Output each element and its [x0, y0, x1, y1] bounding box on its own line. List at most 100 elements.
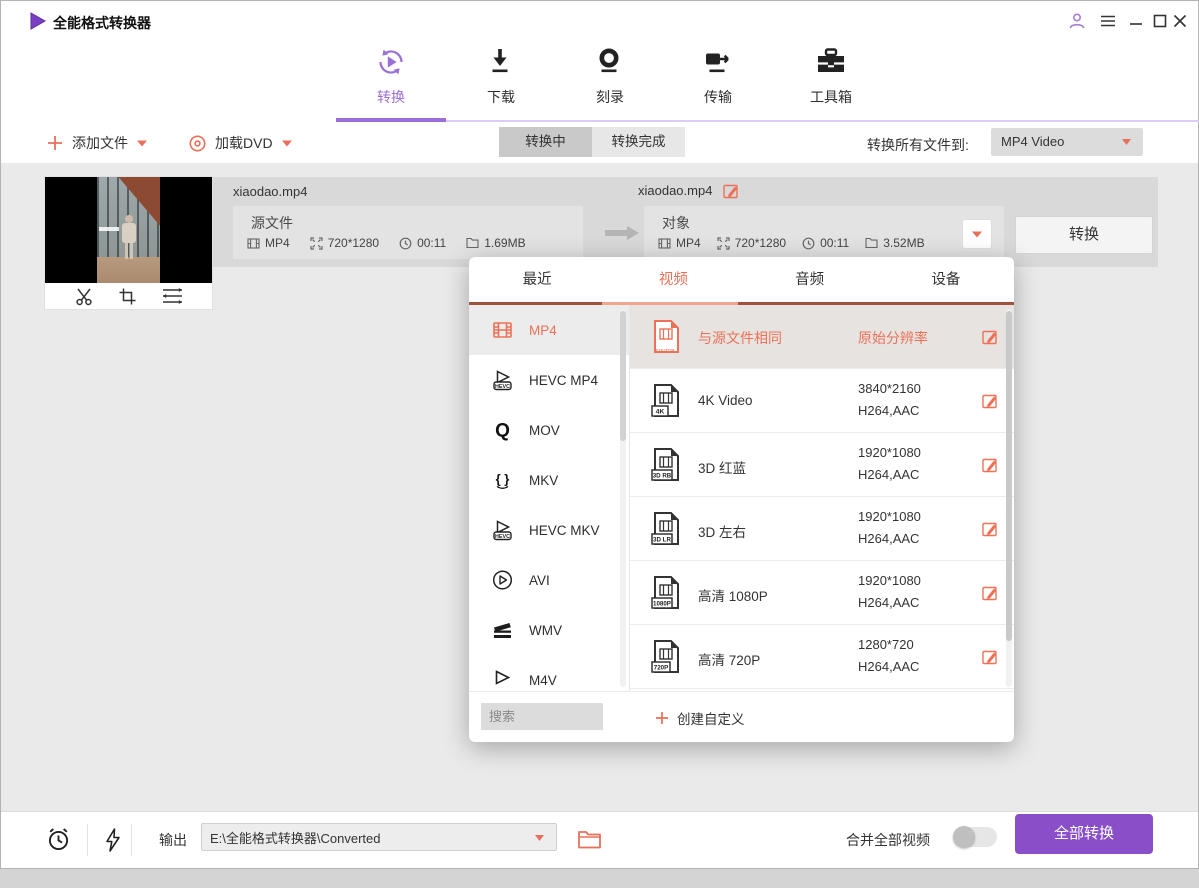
converting-tab[interactable]: 转换中	[499, 127, 592, 157]
tab-toolbox[interactable]: 工具箱	[786, 45, 876, 107]
format-item-wmv[interactable]: WMV	[469, 605, 629, 655]
download-icon	[484, 45, 518, 79]
preset-row-hd-1080p[interactable]: 1080P 高清 1080P 1920*1080 H264,AAC	[630, 561, 1014, 625]
m4v-play-icon	[491, 669, 514, 691]
create-custom-button[interactable]: 创建自定义	[655, 708, 745, 728]
preset-row-same-as-source[interactable]: source 与源文件相同 原始分辨率	[630, 305, 1014, 369]
separator	[131, 824, 132, 856]
tab-transfer[interactable]: 传输	[673, 45, 763, 107]
app-logo-icon	[27, 11, 47, 31]
chevron-down-icon	[282, 140, 292, 147]
convert-all-button[interactable]: 全部转换	[1015, 814, 1153, 854]
preset-edit-button[interactable]	[981, 392, 998, 409]
folder-icon	[466, 237, 479, 249]
target-duration: 00:11	[802, 236, 849, 250]
account-icon[interactable]	[1067, 11, 1087, 31]
burn-disc-icon	[593, 45, 627, 79]
target-card-title: 对象	[662, 213, 690, 233]
output-path-value[interactable]	[210, 824, 520, 850]
target-format: MP4	[658, 236, 701, 250]
quicktime-icon: Q	[491, 419, 514, 441]
target-format-dropdown[interactable]	[962, 219, 992, 249]
arrow-right-icon	[603, 225, 641, 241]
merge-videos-toggle[interactable]	[953, 827, 997, 847]
trim-button[interactable]	[74, 286, 94, 306]
plus-icon	[47, 135, 63, 151]
preset-list-scrollbar-thumb[interactable]	[1006, 311, 1012, 641]
source-resolution: 720*1280	[310, 236, 379, 250]
preset-row-hd-720p[interactable]: 720P 高清 720P 1280*720 H264,AAC	[630, 625, 1014, 689]
target-resolution: 720*1280	[717, 236, 786, 250]
minimize-button[interactable]	[1127, 12, 1145, 30]
toolbox-icon	[814, 45, 848, 79]
video-thumbnail-card	[45, 177, 212, 309]
schedule-button[interactable]	[45, 826, 72, 853]
tab-download[interactable]: 下载	[456, 45, 546, 107]
convert-button[interactable]: 转换	[1015, 216, 1153, 254]
format-item-mp4[interactable]: MP4	[469, 305, 629, 355]
chevron-down-icon	[137, 140, 147, 147]
preset-file-icon: 1080P	[648, 574, 684, 612]
preset-file-icon: 3D LR	[648, 510, 684, 548]
popup-tab-recent[interactable]: 最近	[469, 257, 605, 305]
format-item-hevc-mp4[interactable]: HEVC HEVC MP4	[469, 355, 629, 405]
close-button[interactable]	[1171, 12, 1189, 30]
load-dvd-button[interactable]: 加载DVD	[189, 132, 292, 154]
preset-edit-button[interactable]	[981, 520, 998, 537]
popup-tab-device[interactable]: 设备	[878, 257, 1014, 305]
format-item-hevc-mkv[interactable]: HEVC HEVC MKV	[469, 505, 629, 555]
preset-edit-button[interactable]	[981, 328, 998, 345]
effects-button[interactable]	[161, 287, 184, 305]
preset-row-3d-rb[interactable]: 3D RB 3D 红蓝 1920*1080 H264,AAC	[630, 433, 1014, 497]
window-footer	[0, 869, 1199, 888]
format-item-mov[interactable]: Q MOV	[469, 405, 629, 455]
film-icon	[658, 237, 671, 250]
separator	[87, 824, 88, 856]
svg-text:source: source	[655, 348, 675, 355]
preset-row-4k[interactable]: 4K 4K Video 3840*2160 H264,AAC	[630, 369, 1014, 433]
preset-edit-button[interactable]	[981, 456, 998, 473]
search-input[interactable]	[481, 703, 603, 730]
popup-tab-audio[interactable]: 音频	[742, 257, 878, 305]
hardware-accel-button[interactable]	[101, 827, 125, 853]
target-size: 3.52MB	[865, 236, 924, 250]
mp4-icon	[491, 319, 514, 341]
global-format-select[interactable]: MP4 Video	[991, 128, 1143, 156]
add-file-button[interactable]: 添加文件	[47, 132, 147, 154]
open-folder-button[interactable]	[577, 828, 602, 850]
finished-tab[interactable]: 转换完成	[592, 127, 685, 157]
preset-edit-button[interactable]	[981, 584, 998, 601]
format-popup: 最近 视频 音频 设备 MP4 HEVC HEVC MP4	[469, 257, 1014, 742]
format-item-avi[interactable]: AVI	[469, 555, 629, 605]
queue-tabs: 转换中 转换完成	[499, 127, 685, 157]
tab-burn[interactable]: 刻录	[565, 45, 655, 107]
menu-icon[interactable]	[1099, 12, 1117, 30]
preset-row-3d-lr[interactable]: 3D LR 3D 左右 1920*1080 H264,AAC	[630, 497, 1014, 561]
rename-edit-button[interactable]	[722, 182, 739, 199]
source-file-icon: source	[648, 318, 684, 356]
maximize-button[interactable]	[1151, 12, 1169, 30]
matroska-icon: { }	[491, 469, 514, 491]
crop-button[interactable]	[118, 287, 137, 306]
hevc-icon: HEVC	[491, 519, 514, 541]
source-duration: 00:11	[399, 236, 446, 250]
format-list-scrollbar-thumb[interactable]	[620, 311, 626, 441]
format-item-m4v[interactable]: M4V	[469, 655, 629, 691]
tab-convert[interactable]: 转换	[346, 45, 436, 107]
popup-tab-bar: 最近 视频 音频 设备	[469, 257, 1014, 305]
chevron-down-icon	[972, 231, 982, 238]
preset-edit-button[interactable]	[981, 648, 998, 665]
format-list: MP4 HEVC HEVC MP4 Q MOV { }	[469, 305, 629, 691]
chevron-down-icon	[1122, 139, 1131, 145]
output-path-select[interactable]	[201, 823, 557, 851]
app-title: 全能格式转换器	[53, 13, 151, 33]
popup-tab-video[interactable]: 视频	[605, 257, 741, 305]
convert-all-to-label: 转换所有文件到:	[867, 135, 969, 155]
svg-text:HEVC: HEVC	[495, 384, 510, 390]
plus-icon	[655, 711, 669, 725]
target-file-name: xiaodao.mp4	[638, 183, 712, 198]
desktop: 全能格式转换器 转换 下载 刻录	[0, 0, 1199, 888]
resolution-icon	[717, 237, 730, 250]
format-item-mkv[interactable]: { } MKV	[469, 455, 629, 505]
folder-icon	[865, 237, 878, 249]
